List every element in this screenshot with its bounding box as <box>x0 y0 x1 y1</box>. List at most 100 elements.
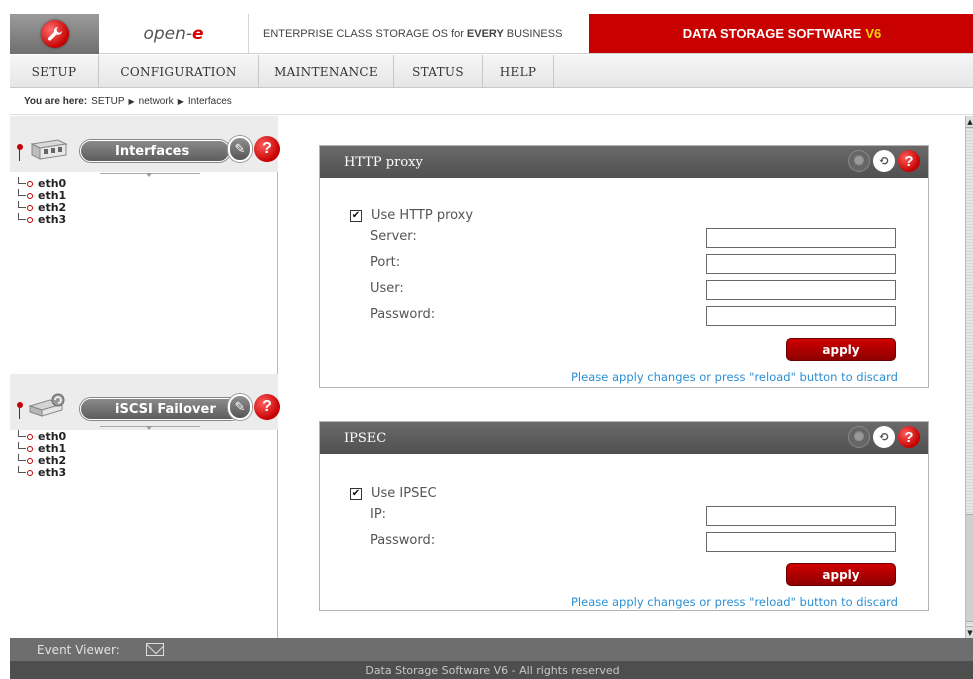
menu-maintenance[interactable]: MAINTENANCE <box>259 55 394 88</box>
reload-icon[interactable]: ⟲ <box>873 426 895 448</box>
tree-item-eth2[interactable]: eth2 <box>18 201 268 214</box>
product-name: DATA STORAGE SOFTWARE <box>682 26 862 41</box>
tree-item-eth3[interactable]: eth3 <box>18 465 268 479</box>
mail-icon[interactable] <box>145 643 164 656</box>
failover-tree-header: iSCSI Failover ✎ ? <box>10 374 280 430</box>
use-ipsec-label: Use IPSEC <box>371 486 437 501</box>
interfaces-tree-header: Interfaces ✎ ? <box>10 116 280 172</box>
node-icon <box>27 470 33 476</box>
product-banner: DATA STORAGE SOFTWARE V6 <box>589 14 973 53</box>
menu-help[interactable]: HELP <box>483 55 554 88</box>
user-input[interactable] <box>706 280 896 300</box>
right-area: HTTP proxy ✺ ⟲ ? ✔ Use HTTP proxy Server… <box>278 116 965 638</box>
scroll-down-icon[interactable]: ▼ <box>966 626 973 638</box>
ipsec-header: IPSEC ✺ ⟲ ? <box>320 422 928 454</box>
node-icon <box>27 217 33 223</box>
breadcrumb-arrow-icon: ▶ <box>177 97 184 106</box>
reload-icon[interactable]: ⟲ <box>873 150 895 172</box>
node-icon <box>27 181 33 187</box>
top-header: open-e ENTERPRISE CLASS STORAGE OS for E… <box>10 14 973 54</box>
footer: Data Storage Software V6 - All rights re… <box>10 661 973 679</box>
tree-item-eth3[interactable]: eth3 <box>18 212 268 226</box>
node-icon <box>27 446 33 452</box>
left-panel: Interfaces ✎ ? eth0 eth1 eth2 eth3 iSCSI… <box>10 116 280 638</box>
interfaces-tab[interactable]: Interfaces <box>80 140 230 162</box>
tree-divider <box>100 426 200 430</box>
tagline-suffix: BUSINESS <box>506 27 563 40</box>
failover-tree: eth0 eth1 eth2 eth3 <box>18 430 268 479</box>
ipsec-apply-button[interactable]: apply <box>786 563 896 586</box>
interfaces-tools: ✎ ? <box>228 136 280 162</box>
node-icon <box>27 458 33 464</box>
breadcrumb-arrow-icon: ▶ <box>128 97 135 106</box>
scroll-up-icon[interactable]: ▲ <box>966 116 973 128</box>
http-proxy-title: HTTP proxy <box>344 154 423 170</box>
ip-label: IP: <box>370 507 387 522</box>
http-proxy-hint: Please apply changes or press "reload" b… <box>571 370 898 384</box>
server-label: Server: <box>370 229 417 244</box>
wrench-logo-icon <box>40 20 69 48</box>
breadcrumb-item-interfaces[interactable]: Interfaces <box>188 96 232 107</box>
tree-item-eth2[interactable]: eth2 <box>18 454 268 467</box>
help-icon[interactable]: ? <box>254 136 280 162</box>
use-http-proxy-row: ✔ Use HTTP proxy <box>350 208 473 223</box>
gear-icon[interactable]: ✺ <box>848 150 870 172</box>
menu-status[interactable]: STATUS <box>394 55 483 88</box>
failover-tab-label: iSCSI Failover <box>115 401 216 417</box>
ipsec-tools: ✺ ⟲ ? <box>848 426 920 448</box>
http-proxy-apply-button[interactable]: apply <box>786 338 896 361</box>
help-icon[interactable]: ? <box>898 426 920 448</box>
server-input[interactable] <box>706 228 896 248</box>
breadcrumb-prefix: You are here: <box>24 96 88 107</box>
menu-configuration[interactable]: CONFIGURATION <box>99 55 259 88</box>
tagline-prefix: ENTERPRISE CLASS STORAGE OS for <box>263 27 464 40</box>
tree-item-eth0[interactable]: eth0 <box>18 430 268 443</box>
breadcrumb-item-network[interactable]: network <box>139 96 174 107</box>
tree-item-eth1[interactable]: eth1 <box>18 189 268 202</box>
failover-tab[interactable]: iSCSI Failover <box>80 398 242 420</box>
gear-icon[interactable]: ✺ <box>848 426 870 448</box>
user-label: User: <box>370 281 404 296</box>
ipsec-password-input[interactable] <box>706 532 896 552</box>
breadcrumb-item-setup[interactable]: SETUP <box>91 96 124 107</box>
tree-item-label: eth3 <box>38 465 67 479</box>
tree-item-label: eth3 <box>38 212 67 226</box>
ipsec-hint: Please apply changes or press "reload" b… <box>571 595 898 609</box>
help-icon[interactable]: ? <box>898 150 920 172</box>
tree-item-eth0[interactable]: eth0 <box>18 177 268 190</box>
node-icon <box>27 434 33 440</box>
vertical-scrollbar[interactable]: ▲ ▼ <box>965 116 973 638</box>
brand-text: open-e <box>143 23 204 44</box>
scroll-thumb[interactable] <box>966 514 973 622</box>
interfaces-tree: eth0 eth1 eth2 eth3 <box>18 177 268 226</box>
port-input[interactable] <box>706 254 896 274</box>
node-icon <box>27 193 33 199</box>
wrench-icon[interactable]: ✎ <box>228 394 252 420</box>
port-label: Port: <box>370 255 401 270</box>
password-input[interactable] <box>706 306 896 326</box>
wrench-icon[interactable]: ✎ <box>228 136 252 162</box>
help-icon[interactable]: ? <box>254 394 280 420</box>
menu-setup[interactable]: SETUP <box>10 55 99 88</box>
product-version: V6 <box>865 26 882 41</box>
app-window: open-e ENTERPRISE CLASS STORAGE OS for E… <box>0 0 973 679</box>
wrench-glyph <box>47 26 62 41</box>
http-proxy-tools: ✺ ⟲ ? <box>848 150 920 172</box>
tree-pin-icon <box>17 402 23 419</box>
brand-logo: open-e <box>99 14 249 53</box>
http-proxy-panel: HTTP proxy ✺ ⟲ ? ✔ Use HTTP proxy Server… <box>319 145 929 388</box>
event-viewer-label: Event Viewer: <box>37 642 120 657</box>
breadcrumb: You are here: SETUP ▶ network ▶ Interfac… <box>10 89 973 115</box>
use-ipsec-checkbox[interactable]: ✔ <box>350 487 362 500</box>
logo-area[interactable] <box>10 14 99 54</box>
ip-input[interactable] <box>706 506 896 526</box>
use-http-proxy-checkbox[interactable]: ✔ <box>350 209 362 222</box>
ipsec-password-label: Password: <box>370 533 436 548</box>
tree-item-eth1[interactable]: eth1 <box>18 442 268 455</box>
interfaces-tab-label: Interfaces <box>115 143 190 159</box>
tagline-emphasis: EVERY <box>466 27 504 40</box>
main-menu: SETUP CONFIGURATION MAINTENANCE STATUS H… <box>10 55 973 88</box>
failover-device-icon <box>28 393 65 417</box>
ipsec-panel: IPSEC ✺ ⟲ ? ✔ Use IPSEC IP: Password: ap… <box>319 421 929 611</box>
footer-text: Data Storage Software V6 - All rights re… <box>365 663 620 677</box>
